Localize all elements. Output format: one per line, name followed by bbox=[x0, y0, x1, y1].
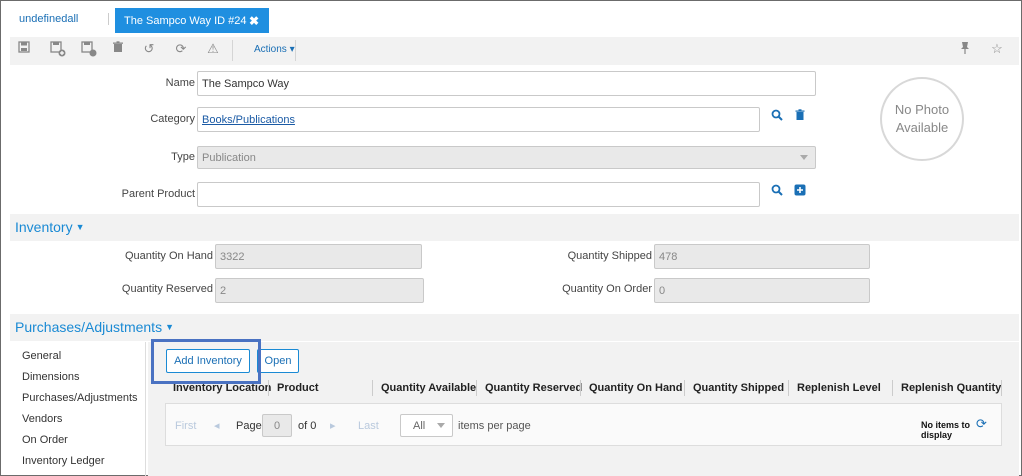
category-field[interactable]: Books/Publications bbox=[197, 107, 760, 132]
name-field[interactable]: The Sampco Way bbox=[197, 71, 816, 96]
side-nav: General Dimensions Purchases/Adjustments… bbox=[10, 342, 146, 476]
search-icon[interactable] bbox=[771, 109, 783, 124]
prev-page-icon[interactable]: ◂ bbox=[214, 419, 220, 432]
parent-product-field[interactable] bbox=[197, 182, 760, 207]
undo-icon[interactable]: ↺ bbox=[141, 41, 157, 57]
page-label: Page bbox=[236, 420, 262, 432]
tab-active-label: The Sampco Way ID #24 bbox=[124, 15, 247, 27]
column-header[interactable]: Quantity Available bbox=[381, 382, 476, 394]
items-per-page-value: All bbox=[413, 419, 426, 432]
tab-undefinedall[interactable]: undefinedall bbox=[19, 13, 78, 25]
items-per-page-label: items per page bbox=[458, 420, 531, 432]
qreserved-label: Quantity Reserved bbox=[121, 283, 213, 295]
column-separator bbox=[1001, 380, 1002, 396]
type-label: Type bbox=[171, 151, 195, 163]
qreserved-field[interactable]: 2 bbox=[215, 278, 424, 303]
column-header[interactable]: Replenish Level bbox=[797, 382, 881, 394]
refresh-icon[interactable]: ⟳ bbox=[976, 416, 987, 432]
column-separator bbox=[476, 380, 477, 396]
section-title: Purchases/Adjustments ▼ bbox=[15, 319, 174, 335]
section-title: Inventory ▼ bbox=[15, 219, 85, 235]
trash-icon[interactable] bbox=[110, 41, 126, 57]
nav-item-dimensions[interactable]: Dimensions bbox=[22, 371, 79, 383]
photo-line2: Available bbox=[895, 120, 949, 135]
last-page-link[interactable]: Last bbox=[358, 420, 379, 432]
next-page-icon[interactable]: ▸ bbox=[330, 419, 336, 432]
type-value: Publication bbox=[202, 151, 256, 164]
first-page-link[interactable]: First bbox=[175, 420, 196, 432]
chevron-down-icon bbox=[437, 423, 445, 428]
column-separator bbox=[372, 380, 373, 396]
actions-label: Actions bbox=[254, 44, 287, 55]
qoh-field[interactable]: 3322 bbox=[215, 244, 422, 269]
inventory-section-header[interactable]: Inventory ▼ bbox=[10, 214, 1019, 241]
name-label: Name bbox=[165, 77, 195, 89]
page-count-label: of 0 bbox=[298, 420, 317, 432]
nav-item-general[interactable]: General bbox=[22, 350, 61, 362]
purchases-section-header[interactable]: Purchases/Adjustments ▼ bbox=[10, 314, 1019, 341]
column-header[interactable]: Replenish Quantity bbox=[901, 382, 1001, 394]
toolbar: ↺ ⟳ ⚠ Actions ▾ ☆ bbox=[10, 37, 1019, 65]
photo-line1: No Photo bbox=[894, 102, 950, 117]
type-select[interactable]: Publication bbox=[197, 146, 816, 169]
refresh-icon[interactable]: ⟳ bbox=[173, 41, 189, 57]
inventory-title: Inventory bbox=[15, 219, 73, 235]
column-header[interactable]: Quantity Shipped bbox=[693, 382, 784, 394]
trash-icon[interactable] bbox=[795, 109, 805, 124]
open-button[interactable]: Open bbox=[257, 349, 299, 373]
tab-active-product[interactable]: The Sampco Way ID #24 ✖ bbox=[115, 8, 269, 33]
close-icon[interactable]: ✖ bbox=[249, 14, 259, 28]
column-separator bbox=[684, 380, 685, 396]
empty-status-text: No items to display bbox=[921, 420, 971, 440]
nav-item-on-order[interactable]: On Order bbox=[22, 434, 68, 446]
warning-icon[interactable]: ⚠ bbox=[205, 41, 221, 57]
column-separator bbox=[268, 380, 269, 396]
chevron-down-icon bbox=[800, 155, 808, 160]
add-icon[interactable] bbox=[794, 184, 806, 199]
column-separator bbox=[892, 380, 893, 396]
tab-bar: undefinedall The Sampco Way ID #24 ✖ bbox=[1, 1, 1020, 37]
pager: First ◂ Page 0 of 0 ▸ Last All items per… bbox=[165, 403, 1002, 446]
actions-menu[interactable]: Actions ▾ bbox=[254, 44, 295, 55]
nav-item-inventory-ledger[interactable]: Inventory Ledger bbox=[22, 455, 105, 467]
save-new-icon[interactable] bbox=[50, 41, 66, 57]
items-per-page-select[interactable]: All bbox=[400, 414, 453, 437]
column-header[interactable]: Quantity Reserved bbox=[485, 382, 582, 394]
tab-separator bbox=[108, 13, 109, 25]
search-icon[interactable] bbox=[771, 184, 783, 199]
qorder-label: Quantity On Order bbox=[562, 283, 652, 295]
qorder-field[interactable]: 0 bbox=[654, 278, 870, 303]
toolbar-separator bbox=[295, 40, 296, 61]
toolbar-separator bbox=[232, 40, 233, 61]
save-icon[interactable] bbox=[16, 41, 32, 57]
column-separator bbox=[788, 380, 789, 396]
no-photo-placeholder: No Photo Available bbox=[880, 77, 964, 161]
qshipped-label: Quantity Shipped bbox=[567, 250, 652, 262]
save-close-icon[interactable] bbox=[81, 41, 97, 57]
column-separator bbox=[580, 380, 581, 396]
pin-icon[interactable] bbox=[957, 41, 973, 57]
star-icon[interactable]: ☆ bbox=[989, 41, 1005, 57]
parent-product-label: Parent Product bbox=[121, 188, 195, 200]
purchases-title: Purchases/Adjustments bbox=[15, 319, 163, 335]
column-header[interactable]: Quantity On Hand bbox=[589, 382, 683, 394]
category-label: Category bbox=[150, 113, 195, 125]
column-header[interactable]: Product bbox=[277, 382, 319, 394]
nav-item-vendors[interactable]: Vendors bbox=[22, 413, 62, 425]
nav-item-purchases[interactable]: Purchases/Adjustments bbox=[22, 392, 138, 404]
qshipped-field[interactable]: 478 bbox=[654, 244, 870, 269]
highlight-box bbox=[151, 339, 261, 384]
page-number-input[interactable]: 0 bbox=[262, 414, 292, 437]
qoh-label: Quantity On Hand bbox=[124, 250, 213, 262]
